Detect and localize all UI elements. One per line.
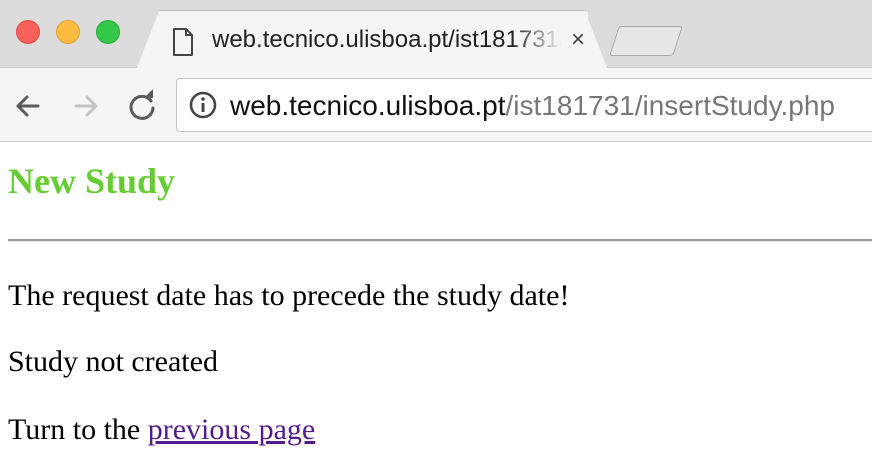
page-title: New Study [8,161,176,201]
horizontal-divider [8,239,872,242]
new-tab-button[interactable] [609,26,683,56]
return-prefix: Turn to the [8,413,148,446]
previous-page-link[interactable]: previous page [148,413,315,446]
url-host: web.tecnico.ulisboa.pt [230,90,506,121]
back-arrow-icon[interactable] [8,86,48,126]
url-text[interactable]: web.tecnico.ulisboa.pt/ist181731/insertS… [230,88,872,124]
url-path: /ist181731/insertStudy.php [505,90,835,121]
return-message: Turn to the previous page [8,410,868,450]
info-icon[interactable] [188,90,218,120]
forward-arrow-icon[interactable] [66,86,106,126]
status-message: Study not created [8,345,218,378]
minimize-window-button[interactable] [56,20,80,44]
reload-icon[interactable] [122,86,162,126]
close-icon[interactable]: × [564,24,592,56]
page-content: New Study The request date has to preced… [8,142,872,458]
document-icon [173,28,193,56]
window-titlebar: web.tecnico.ulisboa.pt/ist181731/insertS… [0,0,872,70]
maximize-window-button[interactable] [96,20,120,44]
tab-title: web.tecnico.ulisboa.pt/ist181731/insertS… [212,26,562,53]
error-message: The request date has to precede the stud… [8,279,570,312]
close-window-button[interactable] [16,20,40,44]
